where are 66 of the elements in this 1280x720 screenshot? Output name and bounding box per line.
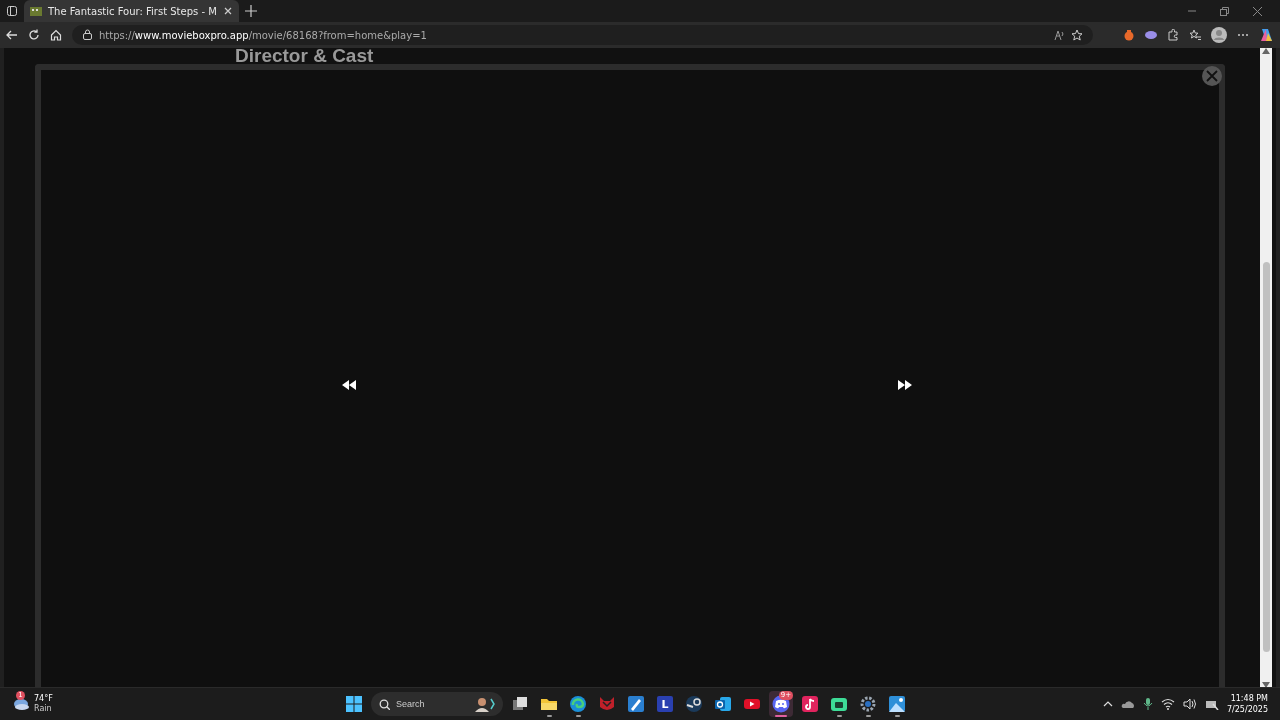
extensions-button[interactable] — [1167, 29, 1179, 41]
more-icon — [1237, 32, 1249, 38]
up-arrow-icon — [1262, 48, 1270, 54]
cloud-icon — [1145, 29, 1157, 41]
pen-icon — [627, 695, 645, 713]
speaker-icon — [1182, 698, 1197, 710]
clock-time: 11:48 PM — [1230, 693, 1268, 704]
star-list-icon — [1189, 29, 1201, 41]
fast-forward-icon — [898, 380, 912, 390]
overlapping-squares-icon — [511, 695, 529, 713]
scrollbar[interactable] — [1260, 48, 1272, 688]
extension-button[interactable] — [1145, 29, 1157, 41]
back-button[interactable] — [6, 29, 18, 41]
more-button[interactable] — [1237, 32, 1249, 38]
rewind-icon — [342, 380, 356, 390]
browser-tab[interactable]: The Fantastic Four: First Steps - M — [24, 0, 239, 22]
puzzle-icon — [1167, 29, 1179, 41]
chevron-up-icon — [1102, 700, 1113, 708]
wifi-icon — [1160, 698, 1175, 710]
plus-icon — [244, 5, 257, 17]
rewind-button[interactable] — [342, 380, 356, 390]
temperature-text: 74°F — [34, 694, 53, 704]
film-icon — [30, 5, 42, 17]
taskbar-app-button[interactable]: L — [653, 691, 677, 717]
home-icon — [50, 29, 62, 41]
extension-button[interactable] — [1123, 29, 1135, 41]
figure-icon — [473, 696, 495, 712]
cloud-icon — [1120, 698, 1135, 710]
star-icon — [1071, 29, 1083, 41]
new-tab-button[interactable] — [244, 5, 257, 17]
favorites-button[interactable] — [1189, 29, 1201, 41]
back-arrow-icon — [6, 29, 18, 41]
settings-icon — [859, 695, 877, 713]
avatar-icon — [1211, 27, 1227, 43]
close-icon — [1253, 6, 1262, 16]
lock-icon — [82, 29, 93, 41]
address-bar[interactable]: https://www.movieboxpro.app/movie/68168?from=home&play=1 — [72, 25, 1093, 45]
close-icon — [222, 6, 233, 16]
refresh-icon — [28, 29, 40, 41]
search-field[interactable]: Search — [371, 692, 503, 716]
search-icon — [379, 698, 390, 710]
restore-icon — [1220, 6, 1229, 16]
down-arrow-icon — [1262, 682, 1270, 688]
acorn-icon — [1123, 29, 1135, 41]
tab-title: The Fantastic Four: First Steps - M — [48, 5, 217, 17]
letter-icon — [656, 695, 674, 713]
fast-forward-button[interactable] — [898, 380, 912, 390]
windows-logo-icon — [346, 696, 362, 712]
mail-icon — [714, 695, 732, 713]
weather-condition: Rain — [34, 704, 53, 714]
section-heading: Director & Cast — [235, 48, 374, 65]
window-icon — [6, 5, 18, 17]
scrollbar-thumb[interactable] — [1262, 262, 1270, 652]
home-button[interactable] — [50, 29, 62, 41]
profile-button[interactable] — [1211, 27, 1227, 43]
photo-icon — [888, 695, 906, 713]
close-icon — [1206, 70, 1218, 82]
cat-head-icon — [598, 695, 616, 713]
clock-date: 7/25/2025 — [1226, 704, 1268, 715]
music-note-icon — [801, 695, 819, 713]
console-icon — [830, 695, 848, 713]
microphone-icon — [1142, 698, 1153, 710]
url-text: https://www.movieboxpro.app/movie/68168?from=home&play=1 — [99, 29, 427, 41]
tab-actions-button[interactable] — [6, 5, 18, 17]
refresh-button[interactable] — [28, 29, 40, 41]
read-aloud-icon — [1054, 29, 1065, 41]
